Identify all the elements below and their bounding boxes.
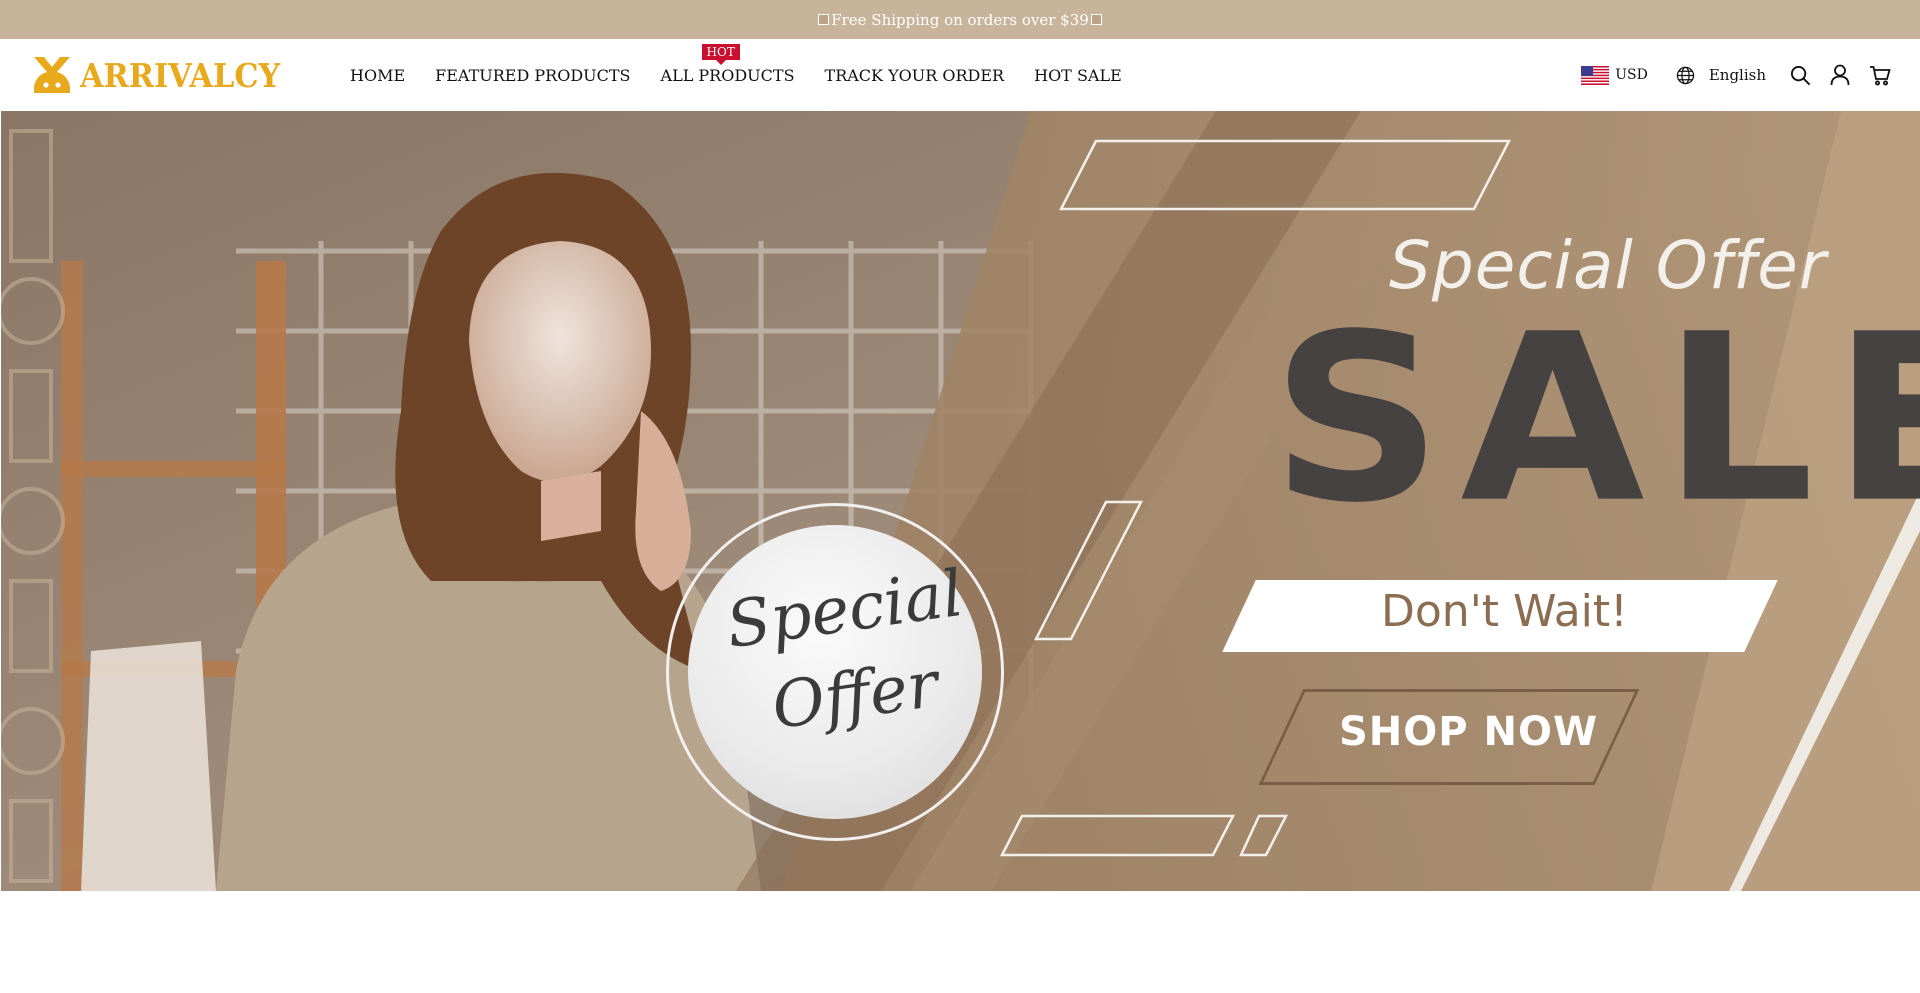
announcement-right-glyph <box>1090 14 1102 25</box>
hero-tagline: Don't Wait! <box>1381 586 1628 637</box>
nav-all-products-label: ALL PRODUCTS <box>660 65 795 85</box>
account-icon <box>1830 64 1850 86</box>
announcement-left-glyph <box>818 14 830 25</box>
language-label: English <box>1708 66 1766 84</box>
account-button[interactable] <box>1828 63 1852 87</box>
page-content-below <box>0 891 1920 993</box>
search-icon <box>1790 65 1810 85</box>
nav-home-label: HOME <box>350 65 406 85</box>
cart-icon <box>1870 65 1891 85</box>
shop-now-label[interactable]: SHOP NOW <box>1339 709 1598 755</box>
announcement-text: Free Shipping on orders over $39 <box>831 10 1089 29</box>
hero-sale-word: SALE <box>1271 285 1920 554</box>
us-flag-icon <box>1581 65 1610 85</box>
vertical-watermark <box>1 129 65 883</box>
hot-badge: HOT <box>701 43 740 65</box>
nav-featured-products[interactable]: FEATURED PRODUCTS <box>435 66 630 85</box>
nav-featured-products-label: FEATURED PRODUCTS <box>435 65 631 85</box>
nav-hot-sale[interactable]: HOT SALE <box>1034 66 1122 85</box>
search-button[interactable] <box>1788 63 1812 87</box>
cart-button[interactable] <box>1868 63 1892 87</box>
logo-text: ARRIVALCY <box>80 55 281 95</box>
currency-selector[interactable]: USD <box>1581 65 1648 85</box>
language-selector[interactable]: English <box>1676 66 1766 85</box>
nav-hot-sale-label: HOT SALE <box>1034 65 1122 85</box>
nav-track-your-order[interactable]: TRACK YOUR ORDER <box>825 66 1005 85</box>
hero-banner[interactable]: Special Offer Special Offer SALE Don't W… <box>1 111 1920 891</box>
site-header: ARRIVALCY HOME FEATURED PRODUCTS HOT ALL… <box>0 39 1920 111</box>
announcement-bar: Free Shipping on orders over $39 <box>0 0 1920 39</box>
nav-track-your-order-label: TRACK YOUR ORDER <box>824 65 1005 85</box>
main-nav: HOME FEATURED PRODUCTS HOT ALL PRODUCTS … <box>350 39 1152 111</box>
nav-all-products[interactable]: HOT ALL PRODUCTS <box>660 43 795 85</box>
logo[interactable]: ARRIVALCY <box>30 52 298 98</box>
nav-home[interactable]: HOME <box>350 66 405 85</box>
currency-label: USD <box>1615 67 1648 83</box>
header-tools: USD English <box>1581 39 1920 111</box>
globe-icon <box>1676 66 1695 84</box>
logo-icon <box>34 57 70 93</box>
